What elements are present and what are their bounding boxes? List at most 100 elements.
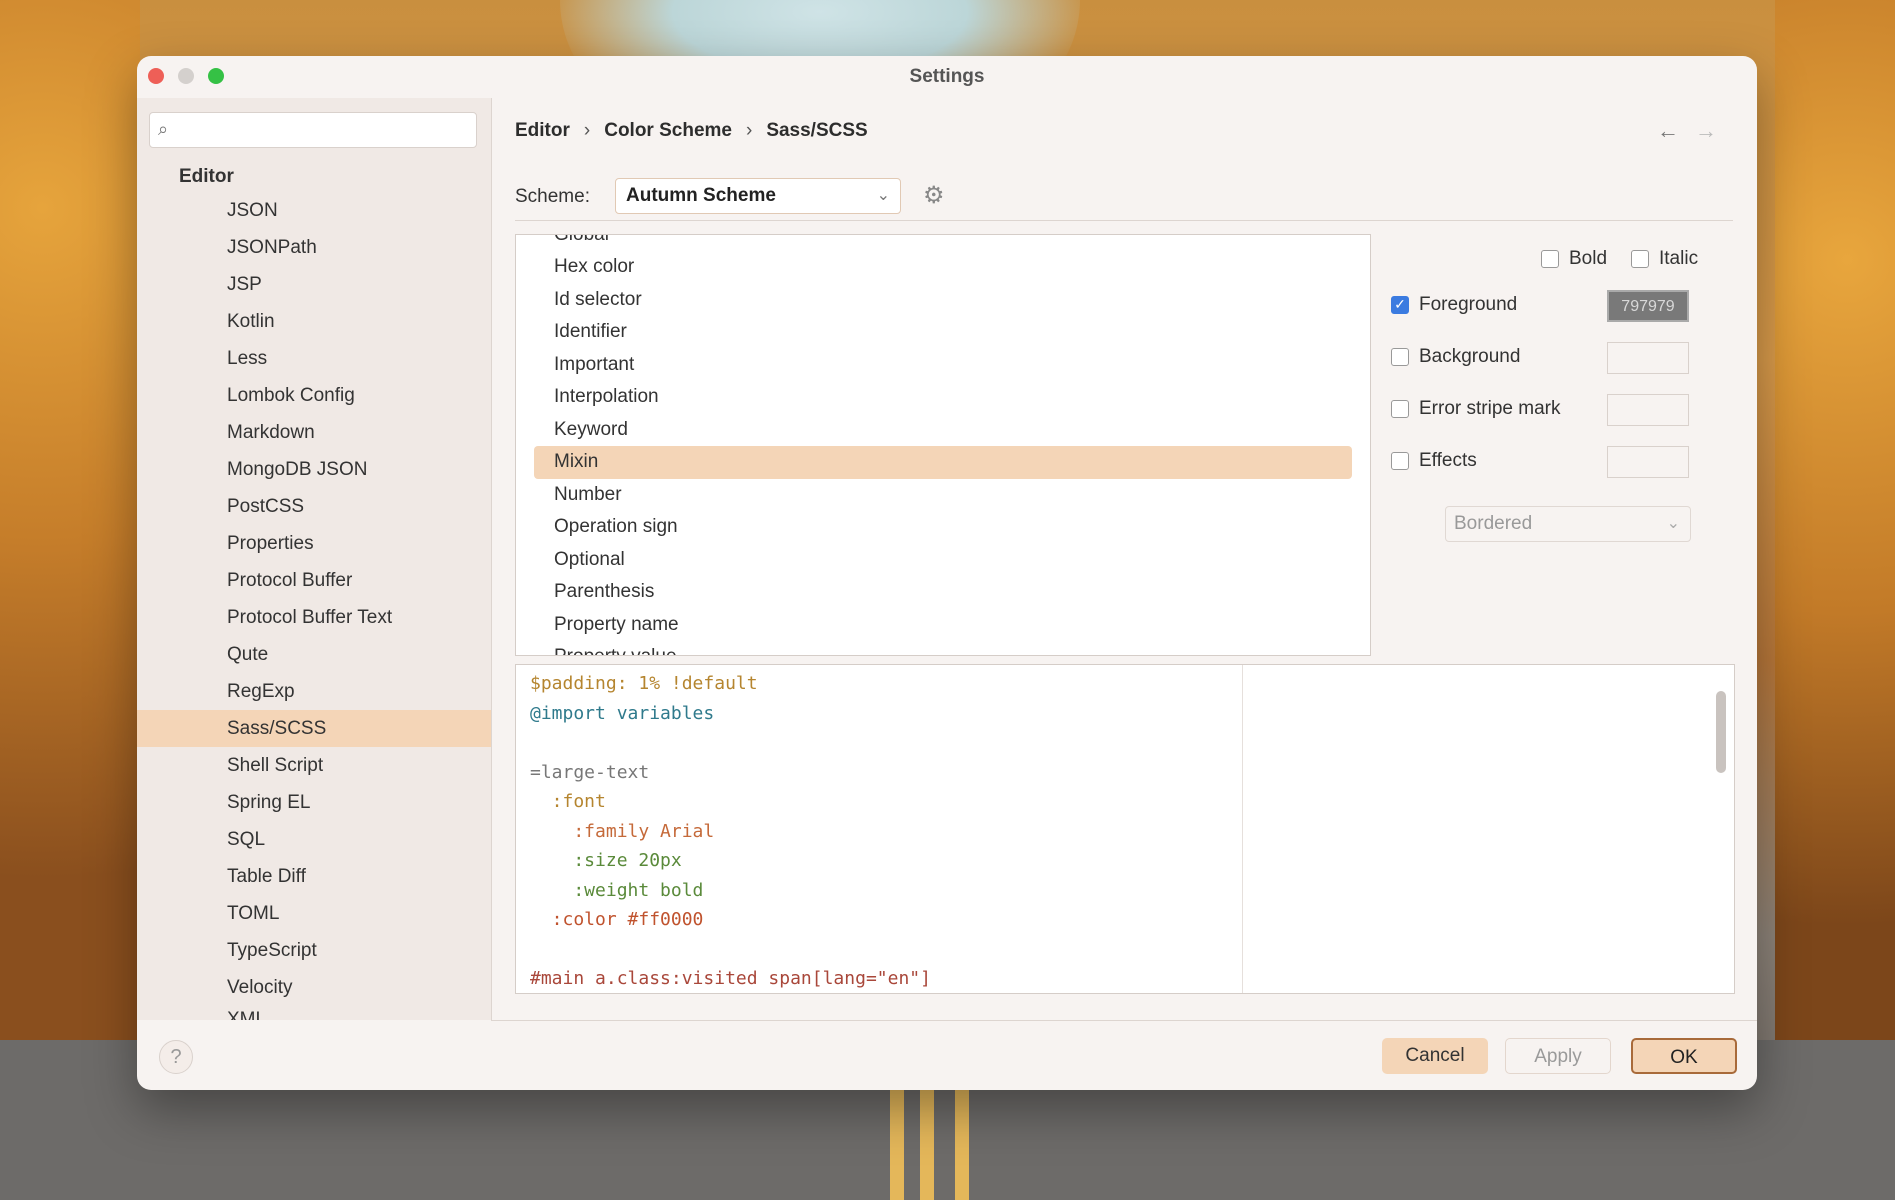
sidebar-item[interactable]: TOML (137, 895, 491, 932)
breadcrumb-item[interactable]: Editor (515, 120, 570, 141)
settings-window: Settings ⌕ Editor JSON JSONPath JSP Kotlin L… (137, 56, 1757, 1090)
ok-button[interactable]: OK (1631, 1038, 1737, 1074)
scheme-label: Scheme: (515, 186, 590, 207)
list-item[interactable]: Hex color (516, 251, 1370, 284)
effects-checkbox-row[interactable]: Effects (1391, 450, 1477, 472)
foreground-label: Foreground (1419, 294, 1518, 315)
settings-search-input[interactable]: ⌕ (149, 112, 477, 148)
back-arrow-icon[interactable]: ← (1657, 118, 1679, 143)
sidebar-item[interactable]: Table Diff (137, 858, 491, 895)
sidebar-item[interactable]: Protocol Buffer Text (137, 599, 491, 636)
effects-checkbox[interactable] (1391, 452, 1409, 470)
sidebar-item[interactable]: Markdown (137, 414, 491, 451)
italic-checkbox-row[interactable]: Italic (1631, 248, 1698, 270)
foreground-checkbox[interactable]: ✓ (1391, 296, 1409, 314)
divider (515, 220, 1733, 221)
sidebar-item[interactable]: Velocity (137, 969, 491, 1006)
preview-scrollbar[interactable] (1716, 691, 1726, 773)
background-trees-right (1775, 0, 1895, 1040)
titlebar: Settings (137, 56, 1757, 98)
sidebar-item[interactable]: Shell Script (137, 747, 491, 784)
foreground-checkbox-row[interactable]: ✓ Foreground (1391, 294, 1517, 316)
attribute-properties: Bold Italic ✓ Foreground 797979 Backgroun… (1391, 234, 1731, 654)
background-checkbox[interactable] (1391, 348, 1409, 366)
background-trees-left (0, 0, 140, 1040)
sidebar-item[interactable]: Spring EL (137, 784, 491, 821)
list-item[interactable]: Important (516, 349, 1370, 382)
list-item[interactable]: Property name (516, 609, 1370, 642)
code-line: :weight bold (530, 879, 704, 901)
sidebar-item[interactable]: RegExp (137, 673, 491, 710)
sidebar-item[interactable]: JSONPath (137, 229, 491, 266)
sidebar-item[interactable]: Less (137, 340, 491, 377)
tree-group-editor[interactable]: Editor (179, 166, 234, 188)
breadcrumb-item[interactable]: Color Scheme (604, 120, 732, 141)
sidebar-item[interactable]: Qute (137, 636, 491, 673)
apply-button[interactable]: Apply (1505, 1038, 1611, 1074)
error-stripe-color-swatch[interactable] (1607, 394, 1689, 426)
settings-sidebar: ⌕ Editor JSON JSONPath JSP Kotlin Less Lombok… (137, 98, 492, 1020)
list-item[interactable]: Optional (516, 544, 1370, 577)
scheme-dropdown[interactable]: Autumn Scheme ⌄ (615, 178, 901, 214)
code-line: @import variables (530, 702, 715, 724)
sidebar-item[interactable]: Properties (137, 525, 491, 562)
road-line (920, 1090, 934, 1200)
code-preview-text: $padding: 1% !default @import variables =l… (530, 669, 931, 993)
list-item[interactable]: Parenthesis (516, 576, 1370, 609)
list-item[interactable]: Id selector (516, 284, 1370, 317)
list-item[interactable]: Keyword (516, 414, 1370, 447)
code-preview[interactable]: $padding: 1% !default @import variables =l… (515, 664, 1735, 994)
list-item[interactable]: Identifier (516, 316, 1370, 349)
bold-checkbox-row[interactable]: Bold (1541, 248, 1607, 270)
effect-type-dropdown[interactable]: Bordered ⌄ (1445, 506, 1691, 542)
effects-label: Effects (1419, 450, 1477, 471)
sidebar-item[interactable]: TypeScript (137, 932, 491, 969)
background-checkbox-row[interactable]: Background (1391, 346, 1520, 368)
error-stripe-checkbox[interactable] (1391, 400, 1409, 418)
sidebar-item[interactable]: JSP (137, 266, 491, 303)
gear-icon[interactable]: ⚙ (923, 181, 945, 210)
breadcrumb-separator-icon: › (745, 120, 753, 141)
effects-color-swatch[interactable] (1607, 446, 1689, 478)
code-line: :size 20px (530, 850, 682, 871)
sidebar-item[interactable]: Lombok Config (137, 377, 491, 414)
error-stripe-label: Error stripe mark (1419, 398, 1561, 419)
breadcrumb: Editor › Color Scheme › Sass/SCSS (515, 120, 868, 142)
sidebar-item[interactable]: PostCSS (137, 488, 491, 525)
sidebar-item[interactable]: Protocol Buffer (137, 562, 491, 599)
help-button[interactable]: ? (159, 1040, 193, 1074)
cancel-button[interactable]: Cancel (1382, 1038, 1488, 1074)
sidebar-item[interactable]: XML (137, 1006, 491, 1020)
settings-tree: JSON JSONPath JSP Kotlin Less Lombok Config Ma… (137, 192, 491, 1020)
background-label: Background (1419, 346, 1521, 367)
chevron-down-icon: ⌄ (1666, 515, 1680, 532)
code-line: $padding: 1% !default (530, 673, 758, 694)
foreground-color-swatch[interactable]: 797979 (1607, 290, 1689, 322)
code-line: :family Arial (530, 820, 715, 842)
attribute-list[interactable]: Global Hex colorId selectorIdentifierImp… (515, 234, 1371, 656)
list-item[interactable]: Operation sign (516, 511, 1370, 544)
list-item[interactable]: Mixin (534, 446, 1352, 479)
forward-arrow-icon[interactable]: → (1695, 118, 1717, 143)
error-stripe-checkbox-row[interactable]: Error stripe mark (1391, 398, 1560, 420)
footer-divider (491, 1020, 1757, 1021)
window-title: Settings (909, 66, 985, 87)
background-color-swatch[interactable] (1607, 342, 1689, 374)
sidebar-item[interactable]: JSON (137, 192, 491, 229)
main-panel: Editor › Color Scheme › Sass/SCSS ← → Scheme:… (491, 98, 1757, 1020)
road-line (955, 1090, 969, 1200)
list-item[interactable]: Property value (516, 641, 1370, 655)
sidebar-item[interactable]: SQL (137, 821, 491, 858)
italic-checkbox[interactable] (1631, 250, 1649, 268)
sidebar-item[interactable]: Sass/SCSS (137, 710, 491, 747)
list-item[interactable]: Global (516, 235, 1370, 251)
sidebar-item[interactable]: Kotlin (137, 303, 491, 340)
sidebar-item[interactable]: MongoDB JSON (137, 451, 491, 488)
list-item[interactable]: Interpolation (516, 381, 1370, 414)
code-line: :color #ff0000 (530, 909, 704, 930)
preview-divider (1242, 665, 1243, 993)
list-item[interactable]: Number (516, 479, 1370, 512)
code-line: =large-text (530, 761, 650, 783)
search-icon: ⌕ (158, 119, 169, 139)
bold-checkbox[interactable] (1541, 250, 1559, 268)
